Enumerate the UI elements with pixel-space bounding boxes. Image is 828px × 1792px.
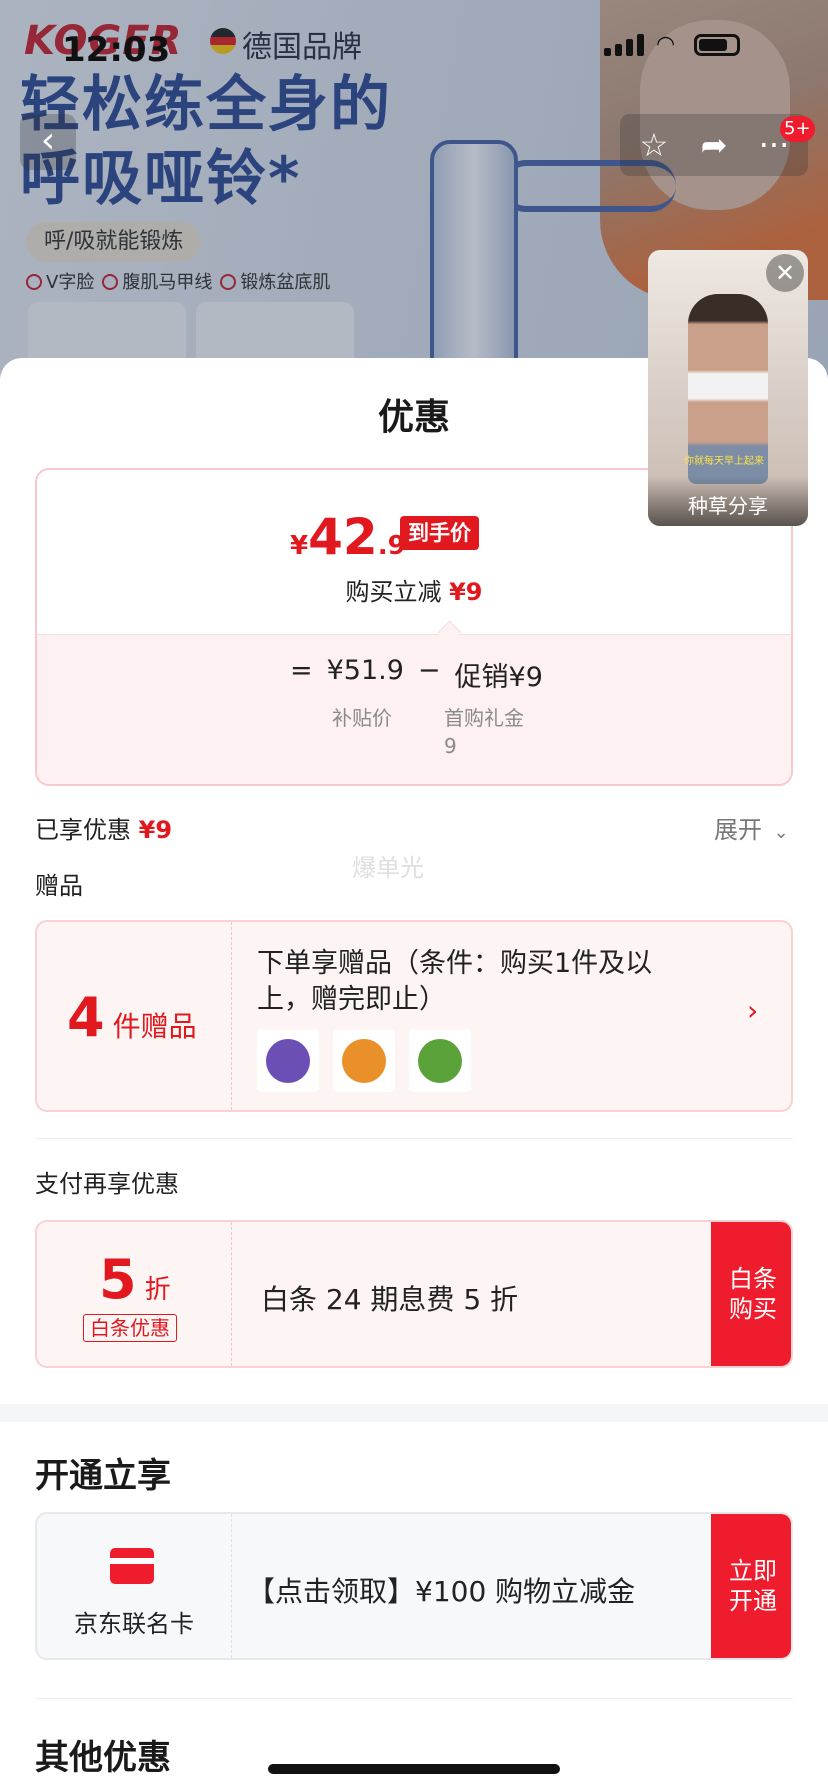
section-separator xyxy=(0,1404,828,1422)
divider xyxy=(35,1138,793,1139)
home-indicator[interactable] xyxy=(268,1764,560,1774)
favorite-star-icon[interactable]: ☆ xyxy=(626,114,682,176)
gift-thumbnail xyxy=(409,1030,471,1092)
message-badge: 5+ xyxy=(780,116,815,142)
back-button[interactable]: ‹ xyxy=(20,114,76,170)
divider xyxy=(35,1698,793,1699)
status-icons: ◠ xyxy=(604,34,740,56)
floating-video[interactable]: 你就每天早上起来 ✕ 种草分享 xyxy=(648,250,808,526)
jd-card-name: 京东联名卡 xyxy=(74,1610,194,1638)
chevron-down-icon: ⌄ xyxy=(773,822,789,843)
signal-icon xyxy=(604,34,644,56)
jd-card-description: 【点击领取】¥100 购物立减金 xyxy=(247,1575,636,1608)
final-price-tag: 到手价 xyxy=(400,516,479,550)
first-purchase-gift-label: 首购礼金 9 xyxy=(444,706,524,758)
gifts-section-title: 赠品 xyxy=(35,872,83,900)
gift-count: 4 件赠品 xyxy=(67,986,197,1049)
gift-thumbnail xyxy=(257,1030,319,1092)
nav-actions: ☆ ➦ ··· xyxy=(620,114,808,176)
credit-card-icon xyxy=(110,1548,154,1584)
enjoyed-discount: 已享优惠 ¥9 xyxy=(35,816,173,844)
video-subtitle: 你就每天早上起来 xyxy=(684,456,764,467)
jd-card-offer[interactable]: 京东联名卡 【点击领取】¥100 购物立减金 立即 开通 xyxy=(35,1512,793,1660)
baitiao-description: 白条 24 期息费 5 折 xyxy=(261,1283,519,1316)
price-equation: = ¥51.9 − 促销¥9 xyxy=(290,655,543,693)
open-now-button[interactable]: 立即 开通 xyxy=(711,1514,791,1658)
payment-section-title: 支付再享优惠 xyxy=(35,1170,179,1198)
close-icon[interactable]: ✕ xyxy=(766,254,804,292)
status-time: 12:03 xyxy=(62,30,171,70)
wifi-icon: ◠ xyxy=(656,32,676,57)
battery-icon xyxy=(694,34,740,56)
gift-description: 下单享赠品（条件：购买1件及以上，赠完即止） xyxy=(257,948,653,1015)
final-price: ¥ 42 .9 xyxy=(290,508,406,566)
expand-button[interactable]: 展开 ⌄ xyxy=(714,810,789,845)
chevron-right-icon: › xyxy=(747,994,759,1027)
gift-card[interactable]: 4 件赠品 下单享赠品（条件：购买1件及以上，赠完即止） › xyxy=(35,920,793,1112)
baitiao-badge: 白条优惠 xyxy=(83,1314,177,1342)
watermark: 爆单光 xyxy=(352,854,424,882)
baitiao-discount: 5 折 xyxy=(99,1248,171,1311)
video-caption: 种草分享 xyxy=(648,476,808,526)
other-section-title: 其他优惠 xyxy=(35,1738,171,1778)
gift-thumbnail xyxy=(333,1030,395,1092)
baitiao-buy-button[interactable]: 白条 购买 xyxy=(711,1222,791,1366)
open-section-title: 开通立享 xyxy=(35,1456,171,1496)
baitiao-card[interactable]: 5 折 白条优惠 白条 24 期息费 5 折 白条 购买 xyxy=(35,1220,793,1368)
share-icon[interactable]: ➦ xyxy=(686,114,742,176)
subsidy-price-label: 补贴价 xyxy=(332,706,392,730)
instant-reduction: 购买立减 ¥9 xyxy=(345,578,483,606)
